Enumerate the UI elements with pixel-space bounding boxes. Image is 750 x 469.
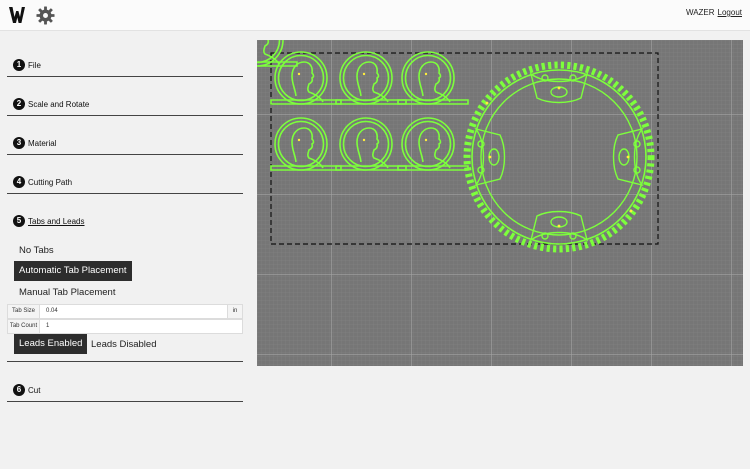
step-label: File: [28, 61, 41, 70]
step-number: 6: [13, 384, 25, 396]
tab-count-field: Tab Count 1: [7, 319, 243, 334]
tab-size-unit: in: [227, 305, 242, 318]
step-scale-rotate[interactable]: 2 Scale and Rotate: [7, 77, 243, 116]
step-number: 2: [13, 98, 25, 110]
brand-name: WAZER: [685, 8, 715, 17]
automatic-tab-placement-option[interactable]: Automatic Tab Placement: [14, 261, 132, 281]
step-label: Cut: [28, 386, 41, 395]
step-cutting-path[interactable]: 4 Cutting Path: [7, 155, 243, 194]
leads-enabled-option[interactable]: Leads Enabled: [14, 334, 88, 354]
step-number: 4: [13, 176, 25, 188]
step-label: Material: [28, 139, 57, 148]
step-label: Cutting Path: [28, 178, 73, 187]
wazer-logo[interactable]: [8, 6, 26, 24]
step-label: Tabs and Leads: [28, 217, 85, 226]
leads-disabled-option[interactable]: Leads Disabled: [91, 339, 157, 350]
tab-count-label: Tab Count: [8, 320, 40, 333]
tab-count-input[interactable]: 1: [46, 320, 49, 333]
top-bar: WAZER Logout: [0, 0, 750, 31]
step-file[interactable]: 1 File: [7, 38, 243, 77]
step-cut[interactable]: 6 Cut: [7, 363, 243, 402]
manual-tab-placement-option[interactable]: Manual Tab Placement: [19, 287, 115, 298]
step-number: 1: [13, 59, 25, 71]
step-material[interactable]: 3 Material: [7, 116, 243, 155]
logout-link[interactable]: Logout: [718, 8, 742, 17]
tab-size-input[interactable]: 0.04: [46, 305, 58, 318]
step-label: Scale and Rotate: [28, 100, 90, 109]
step-number: 5: [13, 215, 25, 227]
user-area: WAZER Logout: [686, 8, 742, 17]
gear-icon[interactable]: [36, 6, 55, 25]
step-number: 3: [13, 137, 25, 149]
tab-size-field: Tab Size 0.04 in: [7, 304, 243, 319]
no-tabs-option[interactable]: No Tabs: [19, 245, 54, 256]
tab-size-label: Tab Size: [8, 305, 40, 318]
cutting-preview-canvas[interactable]: [257, 40, 743, 366]
